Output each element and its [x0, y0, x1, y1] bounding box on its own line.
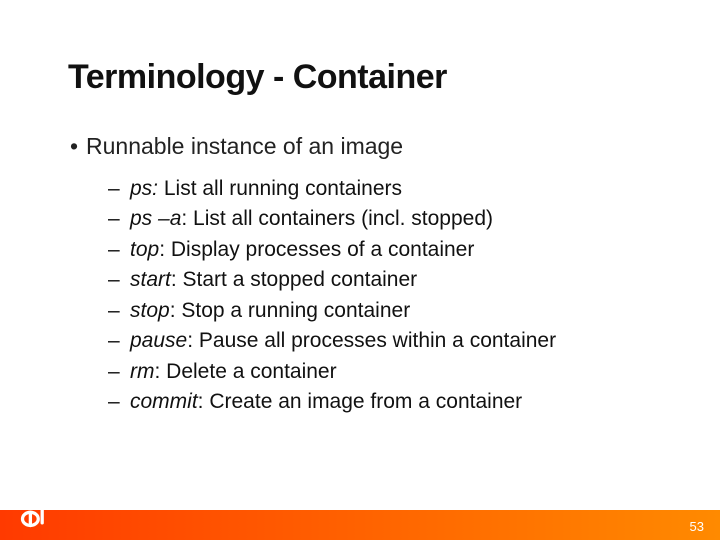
- list-item: – start: Start a stopped container: [108, 265, 652, 295]
- list-item: – ps –a: List all containers (incl. stop…: [108, 204, 652, 234]
- description: : List all containers (incl. stopped): [181, 207, 493, 230]
- description: : Create an image from a container: [198, 390, 523, 413]
- dash-icon: –: [108, 326, 130, 356]
- footer-bar: [0, 510, 720, 540]
- command: start: [130, 268, 171, 291]
- description: List all running containers: [158, 177, 402, 200]
- list-item-text: ps: List all running containers: [130, 174, 403, 204]
- subitems: – ps: List all running containers – ps –…: [68, 174, 652, 418]
- description: : Pause all processes within a container: [187, 329, 556, 352]
- list-item: – top: Display processes of a container: [108, 235, 652, 265]
- command: ps:: [130, 177, 158, 200]
- description: : Start a stopped container: [171, 268, 417, 291]
- bullet-dot: •: [68, 133, 86, 160]
- dash-icon: –: [108, 357, 130, 387]
- list-item-text: commit: Create an image from a container: [130, 387, 523, 417]
- list-item-text: ps –a: List all containers (incl. stoppe…: [130, 204, 494, 234]
- slide: Terminology - Container • Runnable insta…: [0, 0, 720, 540]
- list-item-text: stop: Stop a running container: [130, 296, 411, 326]
- dash-icon: –: [108, 174, 130, 204]
- list-item: – stop: Stop a running container: [108, 296, 652, 326]
- command: ps –a: [130, 207, 181, 230]
- slide-title: Terminology - Container: [68, 58, 652, 97]
- logo-icon: [12, 490, 54, 532]
- dash-icon: –: [108, 265, 130, 295]
- list-item-text: rm: Delete a container: [130, 357, 338, 387]
- list-item: – pause: Pause all processes within a co…: [108, 326, 652, 356]
- bullet-level1: • Runnable instance of an image: [68, 133, 652, 160]
- list-item-text: pause: Pause all processes within a cont…: [130, 326, 557, 356]
- command: stop: [130, 299, 170, 322]
- description: : Display processes of a container: [159, 238, 474, 261]
- list-item: – commit: Create an image from a contain…: [108, 387, 652, 417]
- dash-icon: –: [108, 387, 130, 417]
- command: pause: [130, 329, 187, 352]
- dash-icon: –: [108, 235, 130, 265]
- list-item-text: start: Start a stopped container: [130, 265, 418, 295]
- dash-icon: –: [108, 204, 130, 234]
- list-item: – rm: Delete a container: [108, 357, 652, 387]
- list-item: – ps: List all running containers: [108, 174, 652, 204]
- list-item-text: top: Display processes of a container: [130, 235, 475, 265]
- command: rm: [130, 360, 155, 383]
- bullet-text: Runnable instance of an image: [86, 133, 403, 160]
- command: top: [130, 238, 159, 261]
- description: : Delete a container: [155, 360, 337, 383]
- command: commit: [130, 390, 198, 413]
- page-number: 53: [690, 519, 704, 534]
- description: : Stop a running container: [170, 299, 411, 322]
- dash-icon: –: [108, 296, 130, 326]
